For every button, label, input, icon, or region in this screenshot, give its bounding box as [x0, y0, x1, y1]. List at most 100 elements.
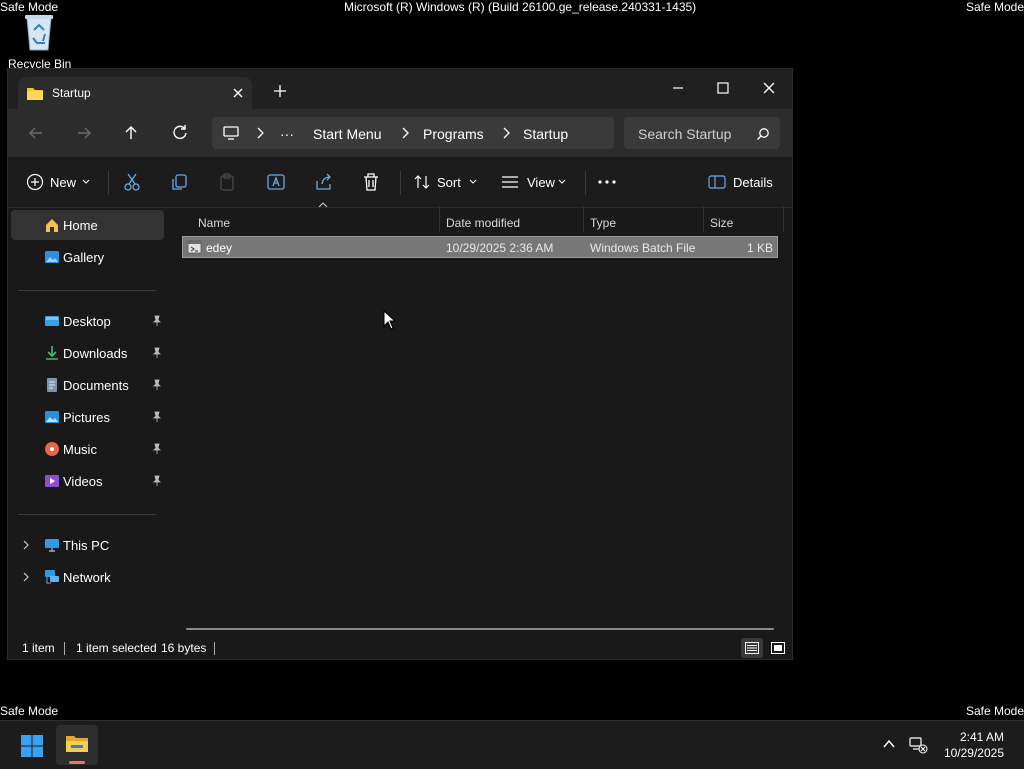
chevron-right-icon[interactable]: [22, 572, 30, 582]
chevron-right-icon: [257, 127, 264, 139]
clock-date: 10/29/2025: [943, 746, 1004, 760]
chevron-right-icon: [402, 127, 409, 139]
rename-icon[interactable]: [265, 171, 287, 193]
sidebar-item-desktop[interactable]: Desktop: [11, 306, 164, 336]
sort-icon: [414, 175, 430, 189]
details-label: Details: [733, 175, 773, 190]
column-header-date-modified[interactable]: Date modified: [446, 216, 520, 230]
sidebar-item-label: Music: [63, 442, 97, 457]
sidebar-item-network[interactable]: Network: [11, 562, 164, 592]
column-header-size[interactable]: Size: [710, 216, 733, 230]
this-pc-icon: [223, 126, 239, 140]
toolbar-divider: [400, 171, 401, 195]
share-icon[interactable]: [313, 171, 335, 193]
file-type: Windows Batch File: [590, 241, 696, 255]
copy-icon[interactable]: [169, 171, 191, 193]
more-options-icon[interactable]: [596, 171, 618, 193]
documents-icon: [47, 378, 57, 392]
chevron-right-icon[interactable]: [22, 540, 30, 550]
column-divider[interactable]: [439, 206, 440, 232]
breadcrumb-start-menu[interactable]: Start Menu: [313, 126, 381, 142]
system-clock[interactable]: 2:41 AM 10/29/2025: [944, 729, 1004, 761]
file-date-modified: 10/29/2025 2:36 AM: [446, 241, 554, 255]
music-icon: [45, 442, 59, 456]
command-bar: New Sort View Details: [8, 157, 792, 208]
title-bar: Startup: [8, 69, 792, 109]
details-view-icon: [745, 642, 759, 654]
status-selection: 1 item selected: [76, 641, 157, 655]
up-icon[interactable]: [119, 121, 143, 145]
sidebar-item-downloads[interactable]: Downloads: [11, 338, 164, 368]
address-bar[interactable]: ··· Start Menu Programs Startup: [212, 117, 614, 149]
sidebar-item-pictures[interactable]: Pictures: [11, 402, 164, 432]
column-header-name[interactable]: Name: [198, 216, 230, 230]
active-app-indicator: [69, 761, 85, 764]
cut-icon[interactable]: [121, 171, 143, 193]
chevron-down-icon: [82, 179, 90, 184]
back-icon[interactable]: [24, 121, 48, 145]
safe-mode-label-bottom-left: Safe Mode: [0, 704, 59, 718]
breadcrumb-programs[interactable]: Programs: [423, 126, 484, 142]
sort-ascending-icon: [318, 202, 328, 208]
pin-icon: [153, 315, 161, 326]
clock-time: 2:41 AM: [959, 730, 1004, 744]
file-name[interactable]: edey: [206, 241, 232, 255]
breadcrumb-startup[interactable]: Startup: [523, 126, 568, 142]
batch-file-icon: [187, 240, 202, 254]
horizontal-scrollbar[interactable]: [186, 628, 774, 630]
maximize-icon[interactable]: [712, 77, 734, 99]
toolbar-divider: [108, 171, 109, 195]
large-icons-view-icon: [771, 642, 785, 654]
pin-icon: [153, 379, 161, 390]
column-header-type[interactable]: Type: [590, 216, 616, 230]
details-pane-icon: [708, 175, 726, 189]
sidebar-divider: [18, 290, 156, 291]
large-icons-view-button[interactable]: [767, 638, 789, 658]
pin-icon: [153, 475, 161, 486]
new-tab-icon[interactable]: [272, 83, 288, 99]
new-label: New: [50, 175, 77, 190]
sidebar-item-home[interactable]: Home: [11, 210, 164, 240]
chevron-down-icon: [469, 179, 477, 184]
forward-icon[interactable]: [72, 121, 96, 145]
details-pane-button[interactable]: Details: [708, 171, 774, 193]
table-row[interactable]: edey 10/29/2025 2:36 AM Windows Batch Fi…: [182, 236, 778, 258]
breadcrumb-overflow[interactable]: ···: [280, 126, 294, 142]
file-explorer-icon: [66, 736, 88, 752]
new-button[interactable]: New: [26, 171, 90, 193]
start-button-windows-icon[interactable]: [20, 734, 44, 758]
delete-icon[interactable]: [360, 171, 382, 193]
pin-icon: [153, 411, 161, 422]
column-divider[interactable]: [783, 206, 784, 232]
column-divider[interactable]: [703, 206, 704, 232]
close-tab-icon[interactable]: [228, 83, 248, 103]
toolbar-divider: [585, 171, 586, 195]
sidebar-item-gallery[interactable]: Gallery: [11, 242, 164, 272]
sidebar-item-documents[interactable]: Documents: [11, 370, 164, 400]
sort-button[interactable]: Sort: [413, 171, 479, 193]
search-box[interactable]: Search Startup: [624, 117, 780, 149]
chevron-up-icon[interactable]: [882, 738, 896, 750]
minimize-icon[interactable]: [667, 77, 689, 99]
search-icon: [757, 128, 769, 140]
taskbar-file-explorer-button[interactable]: [56, 725, 98, 765]
close-window-icon[interactable]: [758, 77, 780, 99]
refresh-icon[interactable]: [168, 121, 192, 145]
paste-icon[interactable]: [216, 171, 238, 193]
new-plus-icon: [26, 173, 44, 191]
chevron-right-icon: [503, 127, 510, 139]
sidebar-item-videos[interactable]: Videos: [11, 466, 164, 496]
sidebar-item-music[interactable]: Music: [11, 434, 164, 464]
mouse-cursor-icon: [383, 310, 397, 330]
network-disconnected-icon[interactable]: [908, 736, 928, 754]
column-divider[interactable]: [583, 206, 584, 232]
sort-label: Sort: [437, 175, 461, 190]
chevron-down-icon: [558, 179, 566, 184]
tab-startup[interactable]: Startup: [18, 77, 252, 109]
sidebar-item-this-pc[interactable]: This PC: [11, 530, 164, 560]
recycle-bin-shortcut[interactable]: Recycle Bin: [8, 12, 71, 71]
details-view-button[interactable]: [741, 638, 763, 658]
gallery-icon: [45, 251, 59, 263]
sidebar-item-label: Documents: [63, 378, 129, 393]
view-button[interactable]: View: [501, 171, 567, 193]
